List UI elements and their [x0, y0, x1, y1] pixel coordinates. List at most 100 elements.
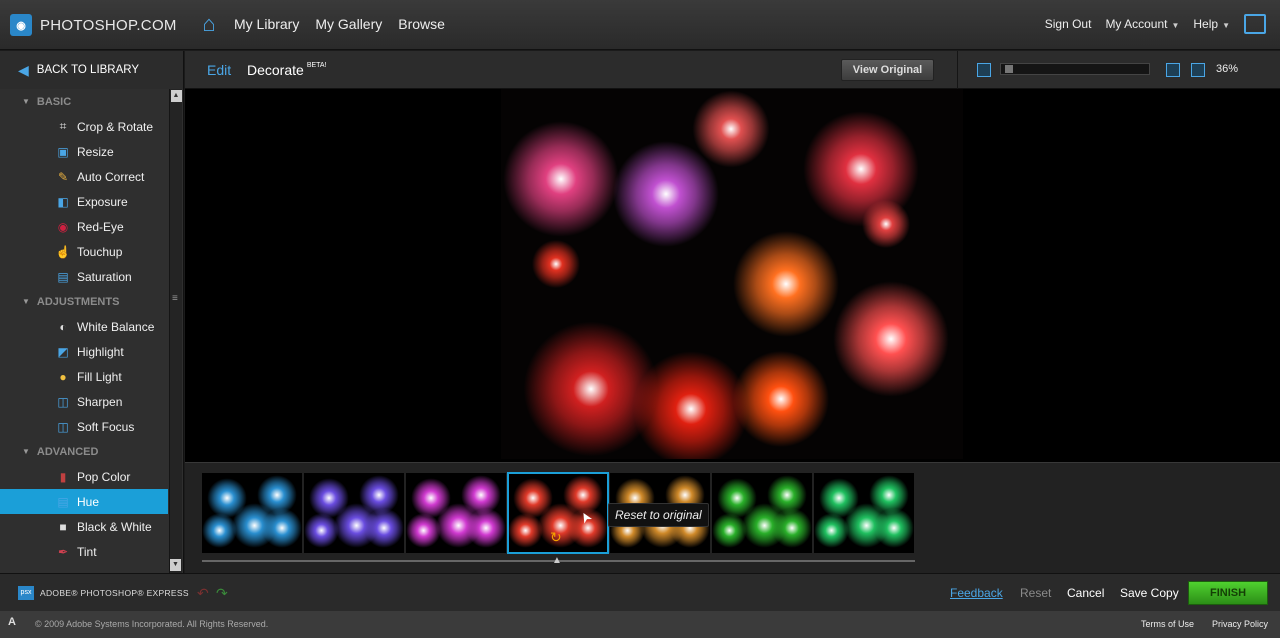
back-to-library-label: BACK TO LIBRARY [36, 64, 140, 76]
tool-label: Black & White [77, 519, 152, 534]
zoom-in-icon[interactable] [1166, 63, 1180, 77]
tool-highlight[interactable]: ◩ Highlight [0, 339, 168, 364]
scroll-up-icon[interactable]: ▲ [170, 90, 182, 102]
tool-soft-focus[interactable]: ◫ Soft Focus [0, 414, 168, 439]
section-header-advanced[interactable]: ▼ ADVANCED [0, 439, 183, 464]
hue-variation-thumb[interactable]: ↻ ➤ [507, 472, 609, 554]
firework-burst [631, 349, 751, 459]
hue-variation-thumb[interactable] [406, 473, 506, 553]
firework-burst [731, 229, 841, 339]
hue-variation-thumb[interactable] [712, 473, 812, 553]
cancel-button[interactable]: Cancel [1067, 586, 1104, 600]
tool-label: Hue [77, 494, 100, 509]
highlight-icon: ◩ [57, 344, 69, 359]
psx-logo-icon: psx [18, 586, 34, 600]
tool-sharpen[interactable]: ◫ Sharpen [0, 389, 168, 414]
white-balance-icon: ◐ [59, 319, 67, 334]
feedback-link[interactable]: Feedback [950, 586, 1003, 600]
undo-icon[interactable]: ↶ [197, 585, 209, 602]
edit-toolbar: Edit Decorate BETA! View Original 36% [185, 51, 1280, 89]
tint-icon: ✒ [57, 544, 69, 559]
firework-burst [531, 239, 581, 289]
tool-tint[interactable]: ✒ Tint [0, 539, 168, 564]
save-copy-button[interactable]: Save Copy [1120, 586, 1179, 600]
sign-out-link[interactable]: Sign Out [1045, 17, 1092, 31]
back-arrow-icon: ◀ [18, 61, 29, 78]
section-header-basic[interactable]: ▼ BASIC [0, 89, 183, 114]
thumb-burst [772, 508, 812, 548]
thumb-burst [364, 508, 404, 548]
tool-white-balance[interactable]: ◐ White Balance [0, 314, 168, 339]
back-to-library-button[interactable]: ◀ BACK TO LIBRARY [0, 51, 184, 89]
exposure-icon: ◧ [57, 194, 69, 209]
main-nav: ⌂ My Library My Gallery Browse [196, 12, 461, 36]
tool-auto-correct[interactable]: ✎ Auto Correct [0, 164, 168, 189]
tool-label: Saturation [77, 269, 132, 284]
nav-browse[interactable]: Browse [398, 12, 445, 36]
tool-label: Auto Correct [77, 169, 145, 184]
reset-button[interactable]: Reset [1020, 586, 1051, 600]
zoom-out-icon[interactable] [977, 63, 991, 77]
zoom-slider-thumb[interactable] [1004, 65, 1013, 73]
fullscreen-icon[interactable] [1244, 14, 1266, 34]
nav-my-library[interactable]: My Library [234, 12, 299, 36]
section-header-adjustments[interactable]: ▼ ADJUSTMENTS [0, 289, 183, 314]
fireworks-photo [501, 89, 963, 459]
variation-thumbnails: ↻ ➤ [202, 472, 916, 554]
wand-icon: ✎ [57, 169, 69, 184]
reset-icon[interactable]: ↻ [550, 529, 562, 546]
redo-icon[interactable]: ↷ [216, 585, 228, 602]
crop-icon: ⌗ [59, 119, 67, 133]
home-icon[interactable]: ⌂ [196, 12, 222, 36]
sidebar-scrollbar[interactable]: ▲ ≡ ▼ [169, 89, 182, 573]
adobe-logo-icon: A [8, 616, 16, 628]
zoom-slider[interactable] [1000, 63, 1150, 75]
thumb-burst [202, 513, 237, 548]
tool-crop-rotate[interactable]: ⌗ Crop & Rotate [0, 114, 168, 139]
tool-resize[interactable]: ▣ Resize [0, 139, 168, 164]
tool-red-eye[interactable]: ◉ Red-Eye [0, 214, 168, 239]
scroll-grip-icon[interactable]: ≡ [172, 293, 178, 304]
help-menu[interactable]: Help ▼ [1193, 17, 1230, 31]
toolbar-divider [957, 51, 958, 89]
finish-button[interactable]: FINISH [1188, 581, 1268, 605]
view-original-button[interactable]: View Original [841, 59, 934, 81]
tab-edit[interactable]: Edit [207, 62, 231, 78]
thumb-burst [814, 513, 849, 548]
pop-color-icon: ▮ [59, 469, 67, 484]
account-nav: Sign Out My Account ▼ Help ▼ [1031, 14, 1266, 34]
tool-exposure[interactable]: ◧ Exposure [0, 189, 168, 214]
section-title: BASIC [36, 95, 72, 108]
section-title: ADJUSTMENTS [36, 295, 120, 308]
hue-variation-thumb[interactable] [814, 473, 914, 553]
saturation-icon: ▤ [57, 269, 69, 284]
hue-variation-thumb[interactable] [304, 473, 404, 553]
tool-label: Fill Light [77, 369, 122, 384]
logo-text: PHOTOSHOP.COM [40, 16, 177, 34]
photoshop-logo[interactable]: ◉ PHOTOSHOP.COM [10, 14, 177, 36]
nav-my-gallery[interactable]: My Gallery [315, 12, 382, 36]
action-bar: psx ADOBE® PHOTOSHOP® EXPRESS ↶ ↷ Feedba… [0, 573, 1280, 611]
tool-fill-light[interactable]: ● Fill Light [0, 364, 168, 389]
terms-of-use-link[interactable]: Terms of Use [1141, 619, 1194, 629]
tab-decorate[interactable]: Decorate BETA! [247, 62, 327, 78]
bulb-icon: ● [59, 369, 67, 384]
tool-list: ▼ BASIC ⌗ Crop & Rotate ▣ Resize ✎ Auto Correct… [0, 89, 183, 564]
thumb-burst [406, 513, 441, 548]
scroll-down-icon[interactable]: ▼ [170, 559, 181, 571]
my-account-menu[interactable]: My Account ▼ [1105, 17, 1179, 31]
tool-saturation[interactable]: ▤ Saturation [0, 264, 168, 289]
hue-variation-thumb[interactable] [202, 473, 302, 553]
zoom-percent: 36% [1216, 63, 1239, 75]
fit-to-screen-icon[interactable] [1191, 63, 1205, 77]
tool-touchup[interactable]: ☝ Touchup [0, 239, 168, 264]
tool-black-white[interactable]: ■ Black & White [0, 514, 168, 539]
image-canvas[interactable] [185, 89, 1280, 462]
copyright-text: © 2009 Adobe Systems Incorporated. All R… [35, 619, 269, 629]
privacy-policy-link[interactable]: Privacy Policy [1212, 619, 1268, 629]
tool-pop-color[interactable]: ▮ Pop Color [0, 464, 168, 489]
thumb-burst [874, 508, 914, 548]
tool-hue[interactable]: ▤ Hue [0, 489, 168, 514]
hue-variations-filmstrip: ↻ ➤ Reset to original ▲ [185, 462, 1280, 573]
variation-slider-thumb[interactable]: ▲ [552, 555, 562, 566]
